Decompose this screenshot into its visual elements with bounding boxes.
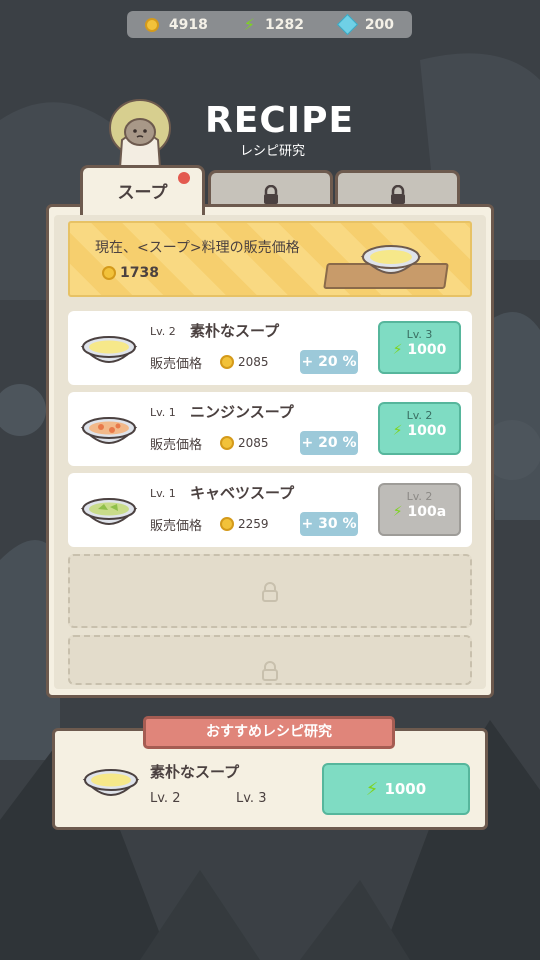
recommendation-header: おすすめレシピ研究 <box>143 716 395 749</box>
upgrade-button[interactable]: Lv. 2 ⚡ 1000 <box>378 402 461 455</box>
lock-icon <box>390 185 405 204</box>
current-price-banner: 現在、<スープ>料理の販売価格 1738 <box>68 221 472 297</box>
energy-amount: 1282 <box>264 16 304 33</box>
sale-price: 2085 <box>220 436 269 450</box>
chef-mascot-icon <box>109 99 171 168</box>
lock-icon <box>263 185 278 204</box>
sale-price-label: 販売価格 <box>150 438 203 453</box>
lock-icon <box>262 582 278 602</box>
upgrade-button-disabled[interactable]: Lv. 2 ⚡ 100a <box>378 483 461 536</box>
sale-price: 2259 <box>220 517 269 531</box>
research-button[interactable]: ⚡ 1000 <box>322 763 470 815</box>
plain-soup-bowl-icon <box>82 769 140 796</box>
coin-amount: 4918 <box>168 16 208 33</box>
upgrade-button[interactable]: Lv. 3 ⚡ 1000 <box>378 321 461 374</box>
page-subtitle: レシピ研究 <box>239 144 305 159</box>
coin-icon <box>220 517 234 531</box>
gem-icon <box>336 13 358 36</box>
recipe-level: Lv. 1 <box>150 487 176 500</box>
coin-icon <box>102 266 116 280</box>
recommended-level-from: Lv. 2 <box>150 791 181 806</box>
coin-icon <box>220 436 234 450</box>
tab-soup[interactable]: スープ <box>80 165 205 215</box>
upgrade-next-level: Lv. 3 <box>406 328 433 341</box>
recipe-level: Lv. 2 <box>150 325 176 338</box>
lock-icon <box>262 661 278 681</box>
recipe-name: ニンジンスープ <box>190 403 294 421</box>
recommended-level-to: Lv. 3 <box>236 791 267 806</box>
sale-price-label: 販売価格 <box>150 519 203 534</box>
currency-bar: 4918 ⚡ 1282 200 <box>127 11 412 38</box>
upgrade-cost: ⚡ 100a <box>392 504 447 520</box>
upgrade-next-level: Lv. 2 <box>406 409 433 422</box>
recipe-level: Lv. 1 <box>150 406 176 419</box>
lightning-icon: ⚡ <box>392 504 403 520</box>
sale-price: 2085 <box>220 355 269 369</box>
coin-icon <box>220 355 234 369</box>
recipe-card[interactable]: Lv. 1 ニンジンスープ 販売価格 2085 + 20 % Lv. 2 ⚡ 1… <box>68 392 472 466</box>
locked-recipe-slot[interactable] <box>68 635 472 685</box>
lightning-icon: ⚡ <box>392 342 403 358</box>
recipe-name: 素朴なスープ <box>190 322 280 340</box>
lightning-icon: ⚡ <box>365 778 379 800</box>
recipe-card[interactable]: Lv. 1 キャベツスープ 販売価格 2259 + 30 % Lv. 2 ⚡ 1… <box>68 473 472 547</box>
locked-recipe-slot[interactable] <box>68 554 472 628</box>
upgrade-cost: ⚡ 1000 <box>392 423 447 439</box>
bonus-badge: + 30 % <box>300 512 358 536</box>
soup-bowl-icon <box>360 245 422 274</box>
coin-counter: 4918 <box>144 16 208 33</box>
cabbage-soup-bowl-icon <box>80 498 138 525</box>
notification-badge <box>176 170 192 186</box>
recipe-card[interactable]: Lv. 2 素朴なスープ 販売価格 2085 + 20 % Lv. 3 ⚡ 10… <box>68 311 472 385</box>
recipe-name: キャベツスープ <box>190 484 295 502</box>
energy-counter: ⚡ 1282 <box>243 14 304 34</box>
lightning-icon: ⚡ <box>392 423 403 439</box>
carrot-soup-bowl-icon <box>80 417 138 444</box>
gem-amount: 200 <box>364 16 395 33</box>
bonus-badge: + 20 % <box>300 431 358 455</box>
current-price-value: 1738 <box>102 265 159 281</box>
lightning-icon: ⚡ <box>243 14 255 34</box>
upgrade-cost: ⚡ 1000 <box>392 342 447 358</box>
coin-icon <box>144 17 159 32</box>
bonus-badge: + 20 % <box>300 350 358 374</box>
research-cost: 1000 <box>384 780 427 798</box>
recommended-recipe-name: 素朴なスープ <box>150 763 240 781</box>
upgrade-next-level: Lv. 2 <box>406 490 433 503</box>
gem-counter: 200 <box>336 13 395 36</box>
plain-soup-bowl-icon <box>80 336 138 363</box>
sale-price-label: 販売価格 <box>150 357 203 372</box>
page-title: RECIPE <box>205 100 355 141</box>
current-price-label: 現在、<スープ>料理の販売価格 <box>95 240 300 256</box>
